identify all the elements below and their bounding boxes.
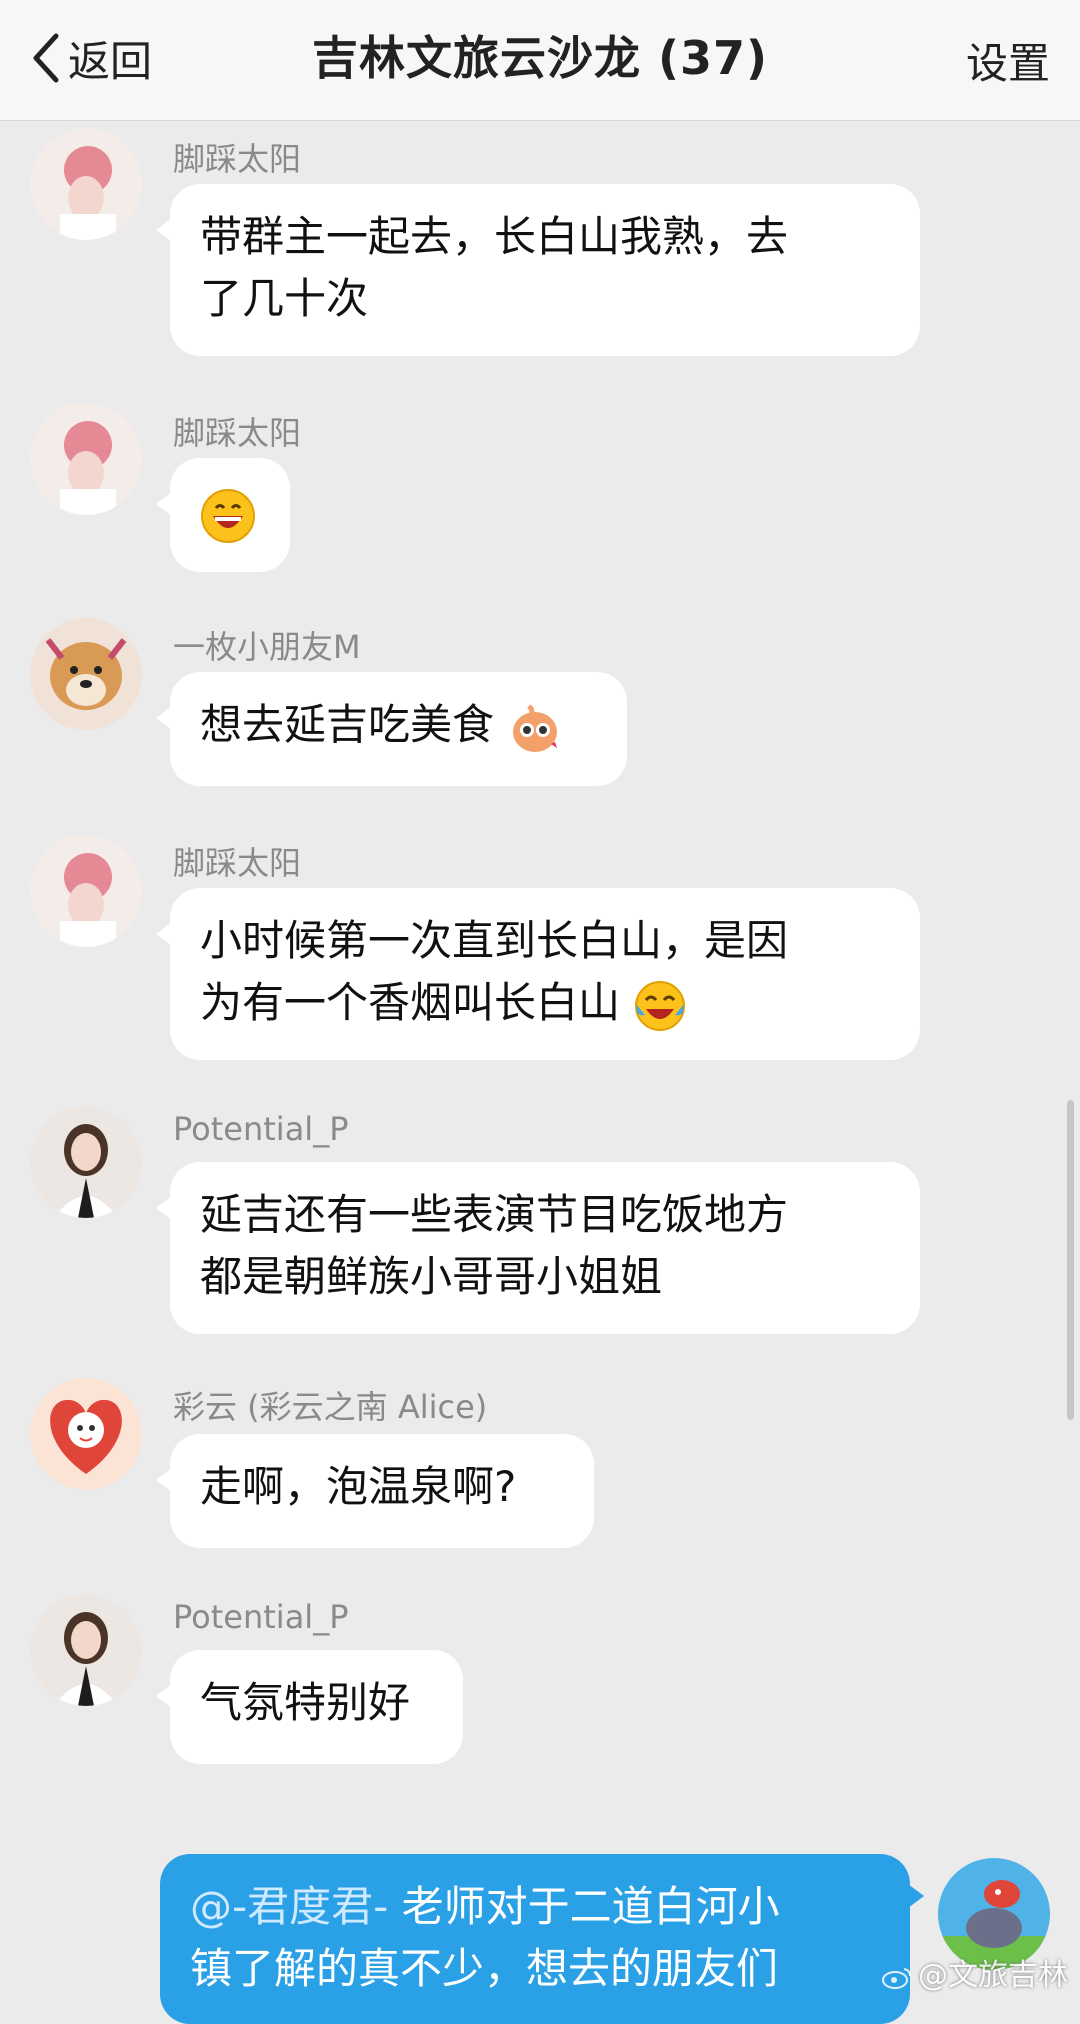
avatar[interactable] xyxy=(30,1594,142,1706)
avatar[interactable] xyxy=(30,835,142,947)
message-text: 气氛特别好 xyxy=(200,1678,411,1727)
watermark-text: @文旅吉林 xyxy=(918,1958,1068,1993)
message-bubble-self[interactable]: @-君度君- 老师对于二道白河小 镇了解的真不少，想去的朋友们 xyxy=(160,1854,924,2024)
avatar[interactable] xyxy=(30,1378,142,1490)
message-bubble[interactable]: 走啊，泡温泉啊? xyxy=(156,1434,594,1548)
tears-of-joy-emoji xyxy=(635,980,686,1031)
message-text: 延吉还有一些表演节目吃饭地方 xyxy=(200,1190,789,1239)
message-text: 都是朝鲜族小哥哥小姐姐 xyxy=(200,1252,663,1301)
message-text: 小时候第一次直到长白山，是因 xyxy=(200,916,789,965)
grinning-emoji xyxy=(201,488,255,543)
sender-name: 脚踩太阳 xyxy=(173,414,302,452)
message-text: 镇了解的真不少，想去的朋友们 xyxy=(190,1944,779,1993)
message-text: 走啊，泡温泉啊? xyxy=(200,1462,517,1511)
settings-button[interactable]: 设置 xyxy=(966,30,1050,91)
scrollbar[interactable] xyxy=(1067,1100,1074,1420)
mention-link[interactable]: @-君度君- xyxy=(190,1882,388,1931)
chat-header: 返回 吉林文旅云沙龙 (37) 设置 xyxy=(0,0,1080,121)
chat-title: 吉林文旅云沙龙 (37) xyxy=(311,31,769,85)
message-bubble[interactable]: 气氛特别好 xyxy=(156,1650,463,1764)
weibo-icon xyxy=(882,1967,911,1989)
watermark: @文旅吉林 xyxy=(882,1950,1068,1994)
sender-name: Potential_P xyxy=(173,1598,349,1636)
message-bubble[interactable]: 小时候第一次直到长白山，是因 为有一个香烟叫长白山 xyxy=(156,888,920,1060)
message-bubble[interactable]: 延吉还有一些表演节目吃饭地方 都是朝鲜族小哥哥小姐姐 xyxy=(156,1162,920,1334)
message-text: 带群主一起去，长白山我熟，去 xyxy=(200,212,789,261)
message-bubble[interactable] xyxy=(156,458,290,572)
avatar[interactable] xyxy=(30,618,142,730)
sender-name: Potential_P xyxy=(173,1110,349,1148)
sender-name: 彩云 (彩云之南 Alice) xyxy=(173,1388,488,1426)
avatar[interactable] xyxy=(30,128,142,240)
message-text: 老师对于二道白河小 xyxy=(388,1882,780,1931)
message-text: 为有一个香烟叫长白山 xyxy=(200,978,621,1027)
avatar[interactable] xyxy=(30,403,142,515)
sender-name: 一枚小朋友M xyxy=(173,628,361,666)
message-text: 想去延吉吃美食 xyxy=(200,700,495,749)
avatar[interactable] xyxy=(30,1106,142,1218)
message-bubble[interactable]: 想去延吉吃美食 xyxy=(156,672,627,786)
sender-name: 脚踩太阳 xyxy=(173,140,302,178)
message-text: 了几十次 xyxy=(200,274,369,323)
cute-sticker-emoji xyxy=(513,703,558,752)
message-bubble[interactable]: 带群主一起去，长白山我熟，去 了几十次 xyxy=(156,184,920,356)
sender-name: 脚踩太阳 xyxy=(173,844,302,882)
